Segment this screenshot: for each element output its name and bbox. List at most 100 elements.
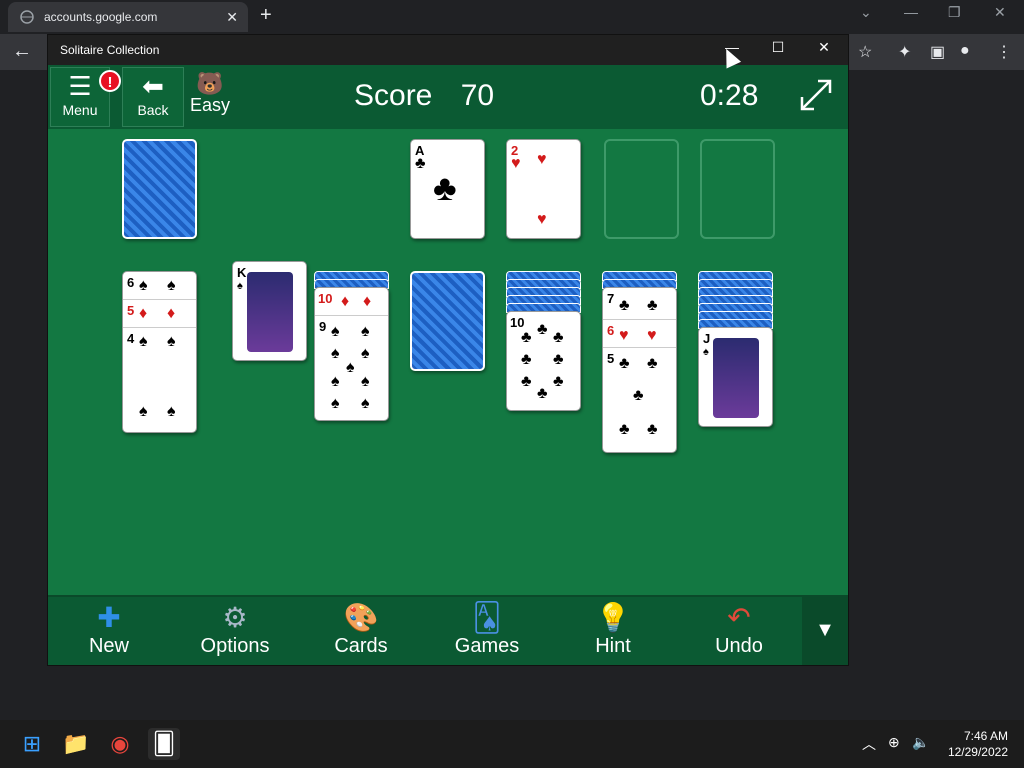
clubs-icon: ♣ bbox=[647, 355, 658, 372]
file-explorer-icon[interactable]: 📁 bbox=[60, 728, 92, 760]
game-board: A ♣ ♣ 2 ♥ ♥ ♥ 6 ♠ ♠ 5 ♦ ♦ 4 ♠ ♠ ♠ ♠ K ♠ … bbox=[48, 129, 848, 595]
app-maximize-button[interactable]: ☐ bbox=[758, 39, 798, 61]
solitaire-app-icon[interactable]: 🂠 bbox=[148, 728, 180, 760]
card-rank: 5 bbox=[127, 303, 135, 318]
new-game-button[interactable]: ✚ New bbox=[54, 601, 164, 663]
clubs-icon: ♣ bbox=[433, 167, 457, 208]
clubs-icon: ♣ bbox=[521, 351, 532, 368]
undo-button[interactable]: ↶ Undo bbox=[684, 601, 794, 663]
card-king-spades[interactable]: K ♠ bbox=[232, 261, 307, 361]
gear-icon: ⚙ bbox=[222, 602, 248, 633]
spades-icon: ♠ bbox=[703, 346, 709, 358]
browser-close-button[interactable]: ✕ bbox=[994, 4, 1006, 21]
extensions-icon[interactable]: ✦ bbox=[898, 42, 911, 62]
spades-icon: ♠ bbox=[139, 333, 148, 350]
facedown-card[interactable] bbox=[410, 271, 485, 371]
clubs-icon: ♣ bbox=[553, 351, 564, 368]
menu-button[interactable]: ☰ Menu ! bbox=[50, 67, 121, 127]
spades-icon: ♠ bbox=[167, 333, 176, 350]
foundation-empty-slot[interactable] bbox=[604, 139, 679, 239]
bookmark-star-icon[interactable]: ☆ bbox=[858, 42, 872, 62]
card-6-hearts[interactable]: 6 ♥ ♥ bbox=[603, 320, 676, 348]
clubs-icon: ♣ bbox=[619, 355, 630, 372]
cards-label: Cards bbox=[334, 635, 388, 657]
spades-icon: ♠ bbox=[331, 345, 340, 362]
card-rank: 10 bbox=[318, 291, 333, 306]
clubs-icon: ♣ bbox=[633, 387, 644, 404]
score-display: Score 70 bbox=[354, 79, 494, 113]
card-6-spades[interactable]: 6 ♠ ♠ bbox=[123, 272, 196, 300]
card-jack-spades[interactable]: J ♠ bbox=[698, 327, 773, 427]
hint-button[interactable]: 💡 Hint bbox=[558, 601, 668, 663]
lightbulb-icon: 💡 bbox=[595, 602, 631, 633]
clubs-icon: ♣ bbox=[553, 329, 564, 346]
spades-icon: ♠ bbox=[361, 373, 370, 390]
palette-icon: 🎨 bbox=[343, 602, 379, 633]
more-button[interactable]: ▼ bbox=[802, 597, 848, 665]
browser-minimize-button[interactable]: — bbox=[904, 4, 918, 20]
foundation-empty-slot[interactable] bbox=[700, 139, 775, 239]
score-label: Score bbox=[354, 79, 433, 112]
spades-icon: ♠ bbox=[167, 403, 176, 420]
card-9-spades[interactable]: 9 ♠ ♠ ♠ ♠ ♠ ♠ ♠ ♠ ♠ bbox=[315, 316, 388, 420]
game-header: ☰ Menu ! ⬅ Back 🐻 Easy Score 70 0:28 bbox=[48, 65, 848, 129]
games-button[interactable]: 🂡 Games bbox=[432, 601, 542, 663]
undo-label: Undo bbox=[715, 635, 763, 657]
chrome-icon[interactable]: ◉ bbox=[104, 728, 136, 760]
card-rank: 4 bbox=[127, 331, 135, 346]
jack-face-art bbox=[713, 338, 759, 418]
card-rank: 9 bbox=[319, 319, 327, 334]
app-close-button[interactable]: ✕ bbox=[804, 39, 844, 61]
back-label: Back bbox=[137, 102, 169, 118]
card-5-clubs[interactable]: 5 ♣ ♣ ♣ ♣ ♣ bbox=[603, 348, 676, 452]
browser-tab[interactable]: accounts.google.com ✕ bbox=[8, 2, 248, 32]
tableau-column-1[interactable]: 6 ♠ ♠ 5 ♦ ♦ 4 ♠ ♠ ♠ ♠ bbox=[122, 271, 197, 433]
side-panel-icon[interactable]: ▣ bbox=[930, 42, 945, 62]
clubs-icon: ♣ bbox=[619, 421, 630, 438]
card-4-spades[interactable]: 4 ♠ ♠ ♠ ♠ bbox=[123, 328, 196, 432]
browser-restore-button[interactable]: ❐ bbox=[948, 4, 961, 21]
spades-icon: ♠ bbox=[361, 323, 370, 340]
browser-menu-icon[interactable]: ⋮ bbox=[996, 42, 1012, 62]
foundation-clubs[interactable]: A ♣ ♣ bbox=[410, 139, 485, 239]
card-5-diamonds[interactable]: 5 ♦ ♦ bbox=[123, 300, 196, 328]
browser-back-button[interactable]: ← bbox=[12, 40, 32, 63]
taskbar: ⊞ 📁 ◉ 🂠 ︿ ⊕ 🔈 7:46 AM 12/29/2022 bbox=[0, 720, 1024, 768]
back-button[interactable]: ⬅ Back bbox=[122, 67, 184, 127]
volume-icon[interactable]: 🔈 bbox=[912, 734, 929, 751]
card-10-clubs[interactable]: 10 ♣ ♣ ♣ ♣ ♣ ♣ ♣ ♣ bbox=[506, 311, 581, 411]
fullscreen-icon[interactable] bbox=[798, 77, 834, 113]
spades-icon: ♠ bbox=[139, 403, 148, 420]
start-button-icon[interactable]: ⊞ bbox=[16, 728, 48, 760]
tableau-column-3[interactable]: 10 ♦ ♦ 9 ♠ ♠ ♠ ♠ ♠ ♠ ♠ ♠ ♠ bbox=[314, 287, 389, 421]
tray-chevron-icon[interactable]: ︿ bbox=[862, 734, 876, 754]
tab-title: accounts.google.com bbox=[44, 10, 158, 24]
games-label: Games bbox=[454, 635, 520, 657]
tab-close-icon[interactable]: ✕ bbox=[226, 9, 238, 26]
clock-time: 7:46 AM bbox=[963, 729, 1008, 743]
timer: 0:28 bbox=[700, 79, 759, 112]
card-rank: 5 bbox=[607, 351, 615, 366]
new-tab-button[interactable]: + bbox=[260, 4, 272, 27]
system-clock[interactable]: 7:46 AM 12/29/2022 bbox=[948, 728, 1008, 760]
card-10-diamonds[interactable]: 10 ♦ ♦ bbox=[315, 288, 388, 316]
hearts-icon: ♥ bbox=[537, 211, 547, 228]
spades-icon: ♠ bbox=[167, 277, 176, 294]
difficulty-indicator: 🐻 Easy bbox=[190, 73, 230, 116]
profile-icon[interactable]: ● bbox=[960, 42, 970, 60]
clubs-icon: ♣ bbox=[647, 297, 658, 314]
tableau-column-6[interactable]: 7 ♣ ♣ 6 ♥ ♥ 5 ♣ ♣ ♣ ♣ ♣ bbox=[602, 287, 677, 453]
foundation-hearts[interactable]: 2 ♥ ♥ ♥ bbox=[506, 139, 581, 239]
globe-icon bbox=[20, 10, 34, 24]
options-button[interactable]: ⚙ Options bbox=[180, 601, 290, 663]
plus-icon: ✚ bbox=[97, 602, 121, 633]
network-icon[interactable]: ⊕ bbox=[888, 734, 900, 751]
hearts-icon: ♥ bbox=[537, 151, 547, 168]
stock-pile[interactable] bbox=[122, 139, 197, 239]
score-value: 70 bbox=[460, 79, 495, 112]
card-7-clubs[interactable]: 7 ♣ ♣ bbox=[603, 288, 676, 320]
card-rank: 10 bbox=[510, 315, 525, 330]
cards-button[interactable]: 🎨 Cards bbox=[306, 601, 416, 663]
cards-icon: 🂡 bbox=[472, 602, 502, 633]
tab-search-icon[interactable]: ⌄ bbox=[860, 4, 872, 21]
